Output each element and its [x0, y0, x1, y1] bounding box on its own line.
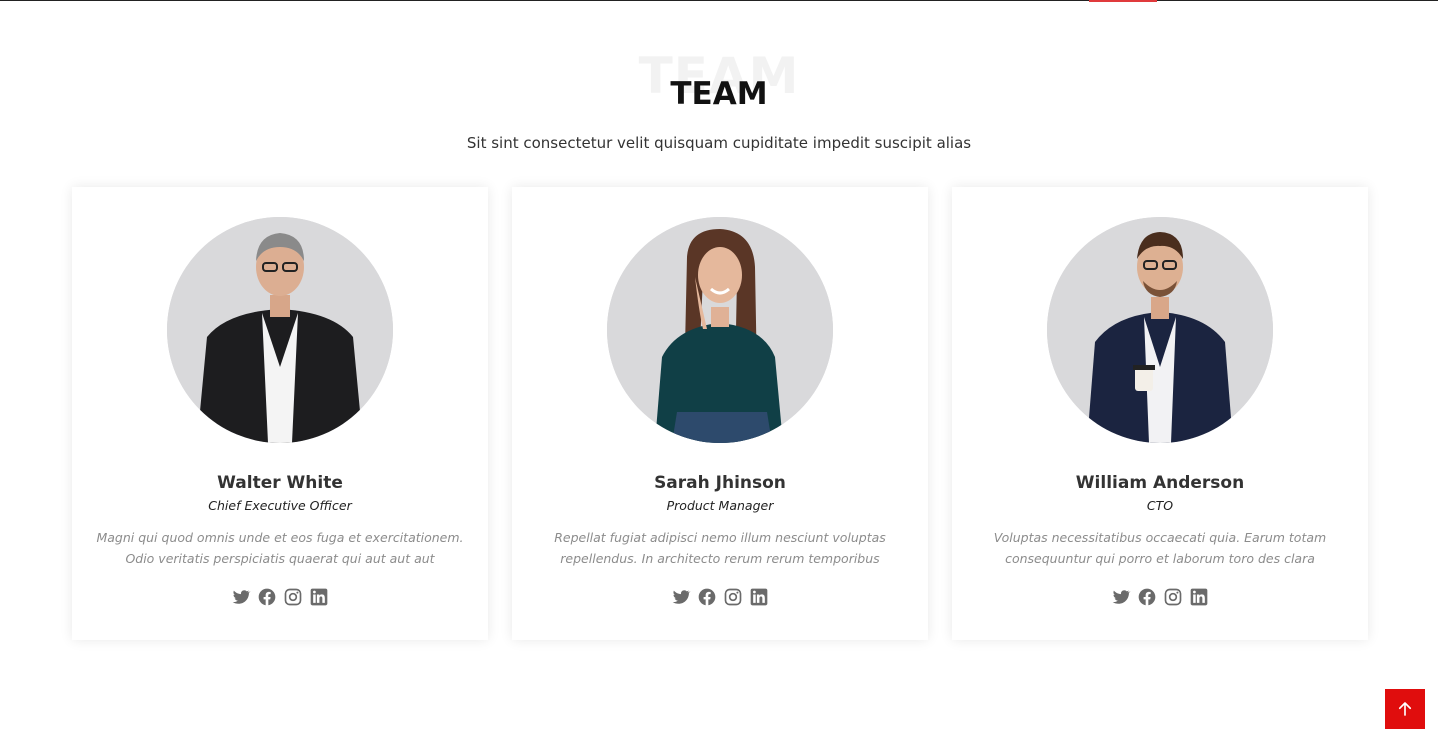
member-photo: [1047, 217, 1273, 443]
member-bio: Voluptas necessitatibus occaecati quia. …: [993, 530, 1327, 566]
facebook-icon[interactable]: [257, 587, 277, 607]
social-links: [952, 587, 1368, 607]
member-role: CTO: [1146, 498, 1174, 513]
team-member-card: Walter White Chief Executive Officer Mag…: [72, 187, 488, 640]
member-name: Sarah Jhinson: [654, 473, 786, 493]
social-links: [512, 587, 928, 607]
linkedin-icon[interactable]: [749, 587, 769, 607]
facebook-icon[interactable]: [1137, 587, 1157, 607]
twitter-icon[interactable]: [1111, 587, 1131, 607]
facebook-icon[interactable]: [697, 587, 717, 607]
member-photo: [607, 217, 833, 443]
member-bio: Repellat fugiat adipisci nemo illum nesc…: [554, 530, 886, 566]
instagram-icon[interactable]: [283, 587, 303, 607]
team-member-card: Sarah Jhinson Product Manager Repellat f…: [512, 187, 928, 640]
section-title: TEAM TEAM: [0, 48, 1438, 112]
arrow-up-icon: [1398, 702, 1412, 716]
section-subtitle: Sit sint consectetur velit quisquam cupi…: [466, 134, 972, 152]
social-links: [72, 587, 488, 607]
member-bio: Magni qui quod omnis unde et eos fuga et…: [96, 530, 464, 566]
member-role: Chief Executive Officer: [208, 498, 352, 513]
section-heading: TEAM: [670, 76, 768, 112]
back-to-top-button[interactable]: [1385, 689, 1425, 729]
active-nav-indicator: [1089, 0, 1157, 2]
member-name: Walter White: [217, 473, 343, 493]
header-bottom-border: [0, 0, 1438, 1]
linkedin-icon[interactable]: [309, 587, 329, 607]
member-photo: [167, 217, 393, 443]
team-member-card: William Anderson CTO Voluptas necessitat…: [952, 187, 1368, 640]
member-role: Product Manager: [666, 498, 774, 513]
instagram-icon[interactable]: [723, 587, 743, 607]
twitter-icon[interactable]: [671, 587, 691, 607]
instagram-icon[interactable]: [1163, 587, 1183, 607]
linkedin-icon[interactable]: [1189, 587, 1209, 607]
member-name: William Anderson: [1075, 473, 1245, 493]
twitter-icon[interactable]: [231, 587, 251, 607]
